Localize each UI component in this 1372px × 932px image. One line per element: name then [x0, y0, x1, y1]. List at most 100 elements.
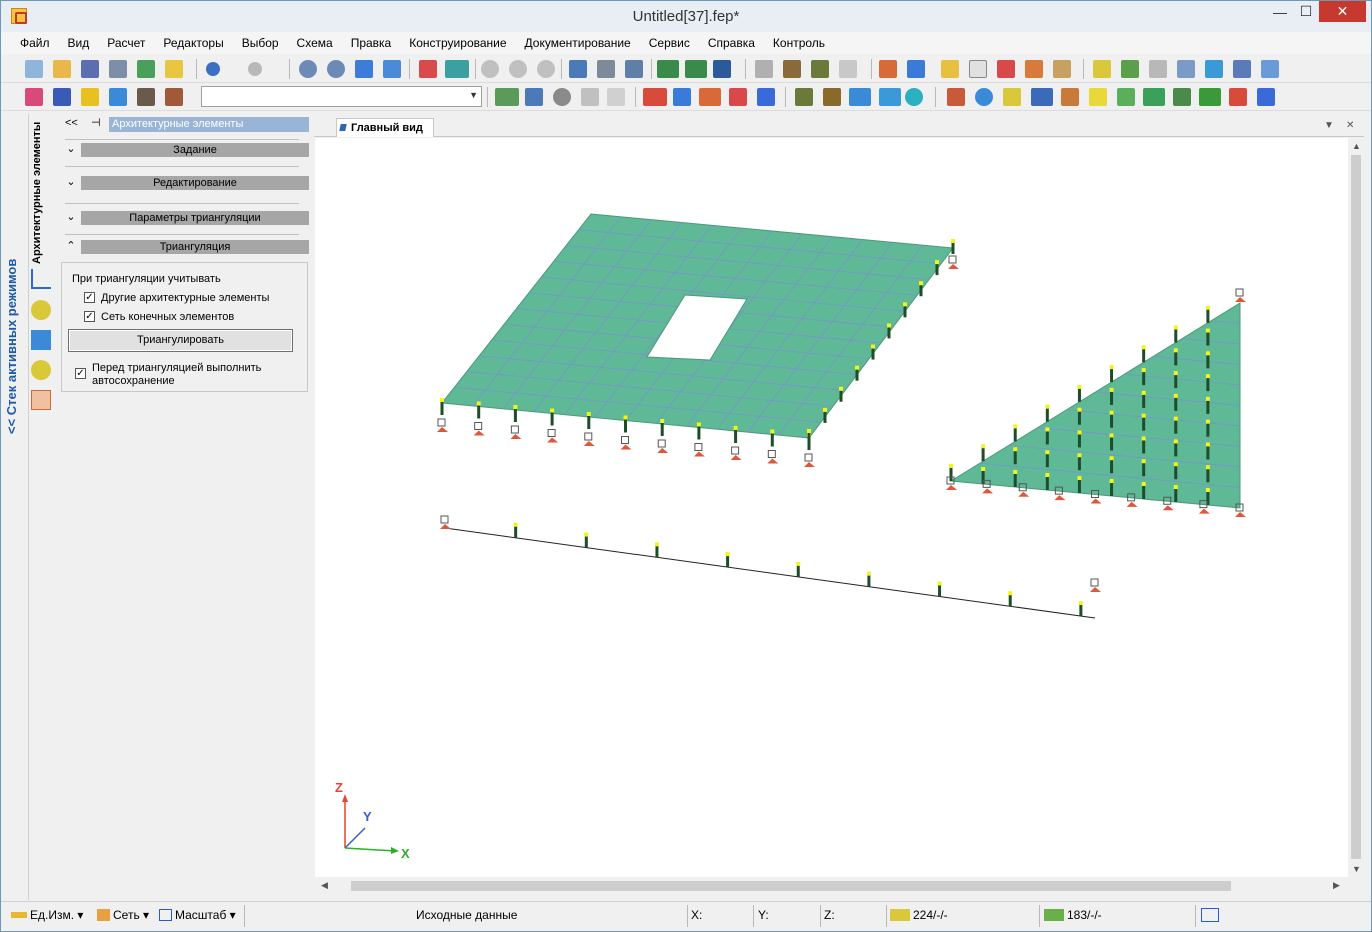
group-icon[interactable]: [109, 88, 127, 106]
render-icon[interactable]: [625, 60, 643, 78]
menu-calculation[interactable]: Расчет: [98, 32, 154, 54]
open-folder-icon[interactable]: [53, 60, 71, 78]
grid-icon[interactable]: [445, 60, 469, 78]
camera-icon[interactable]: [597, 60, 615, 78]
load-icon[interactable]: [795, 88, 813, 106]
triangular-plate[interactable]: [946, 288, 1246, 517]
undo-icon[interactable]: [206, 62, 220, 76]
table-edit-icon[interactable]: [525, 88, 543, 106]
flag-icon[interactable]: [1121, 60, 1139, 78]
surface-load-icon[interactable]: [879, 88, 901, 106]
align-icon[interactable]: [581, 88, 599, 106]
arch-icon[interactable]: [607, 88, 625, 106]
mesh-icon[interactable]: [419, 60, 437, 78]
filter-combo[interactable]: ▼: [201, 86, 482, 107]
copy-nodes-icon[interactable]: [643, 88, 667, 106]
scroll-down-icon[interactable]: ▼: [1352, 864, 1361, 874]
main-viewport[interactable]: Z Y X: [315, 138, 1348, 877]
node-edit-icon[interactable]: [997, 60, 1015, 78]
maximize-button[interactable]: ☐: [1293, 1, 1319, 22]
units-dropdown[interactable]: Ед.Изм. ▾: [11, 908, 83, 922]
foundation-icon[interactable]: [947, 88, 965, 106]
menu-documentation[interactable]: Документирование: [516, 32, 640, 54]
beam-icon[interactable]: [53, 88, 71, 106]
menu-help[interactable]: Справка: [699, 32, 764, 54]
menu-scheme[interactable]: Схема: [288, 32, 342, 54]
check-icon[interactable]: [975, 88, 993, 106]
eye-hide-icon[interactable]: [509, 60, 527, 78]
element-edit-icon[interactable]: [1053, 60, 1071, 78]
plate-icon[interactable]: [1149, 60, 1167, 78]
colored-bars-icon[interactable]: [1229, 88, 1247, 106]
vertical-scroll-thumb[interactable]: [1351, 155, 1361, 859]
zoom-window-icon[interactable]: [383, 60, 401, 78]
clipboard-icon[interactable]: [1177, 60, 1195, 78]
triangulate-button[interactable]: Триангулировать: [68, 329, 293, 352]
brush-light-icon[interactable]: [839, 60, 857, 78]
horizontal-scroll-thumb[interactable]: [351, 881, 1231, 891]
menu-service[interactable]: Сервис: [640, 32, 699, 54]
close-button[interactable]: ✕: [1319, 1, 1366, 22]
arch-elements-checkbox[interactable]: ✓: [84, 292, 95, 303]
scroll-left-icon[interactable]: ◀: [321, 880, 328, 891]
eraser-icon[interactable]: [969, 60, 987, 78]
brush-brown-icon[interactable]: [783, 60, 801, 78]
move-nodes-icon[interactable]: [673, 88, 691, 106]
tab-close-icon[interactable]: ✕: [1346, 120, 1354, 131]
cylinder-icon[interactable]: [1205, 60, 1223, 78]
section-zadanie[interactable]: Задание: [81, 143, 309, 157]
measure-icon[interactable]: [569, 60, 587, 78]
eye-all-icon[interactable]: [537, 60, 555, 78]
section-editing[interactable]: Редактирование: [81, 176, 309, 190]
section-triangulation-params[interactable]: Параметры триангуляции: [81, 211, 309, 225]
node-mode-icon[interactable]: [31, 300, 51, 320]
rebar-icon[interactable]: [1003, 88, 1021, 106]
zoom-out-icon[interactable]: [327, 60, 345, 78]
distributed-load-icon[interactable]: [849, 88, 871, 106]
tab-main-view[interactable]: Главный вид: [336, 118, 434, 137]
node-move-icon[interactable]: [1025, 60, 1043, 78]
chart-bar-icon[interactable]: [657, 60, 679, 78]
snap-icon[interactable]: [1201, 908, 1219, 922]
diagram-icon[interactable]: [713, 60, 731, 78]
plan-icon[interactable]: [1261, 60, 1279, 78]
material-icon[interactable]: [137, 88, 155, 106]
library-icon[interactable]: [165, 60, 183, 78]
element-mode-icon[interactable]: [31, 330, 51, 350]
model-scene[interactable]: Z Y X: [315, 138, 1348, 877]
triangle-mode-icon[interactable]: [31, 269, 51, 289]
redo-icon[interactable]: [248, 62, 262, 76]
cube-icon[interactable]: [1173, 88, 1191, 106]
save-icon[interactable]: [81, 60, 99, 78]
menu-editors[interactable]: Редакторы: [154, 32, 232, 54]
collapse-panel-button[interactable]: <<: [65, 117, 78, 129]
tab-architectural-elements[interactable]: Архитектурные элементы: [31, 64, 43, 264]
menu-control[interactable]: Контроль: [764, 32, 834, 54]
expand-section-triangulation-params[interactable]: ⌄: [65, 211, 77, 223]
chart-multi-icon[interactable]: [685, 60, 707, 78]
autosave-checkbox[interactable]: ✓: [75, 368, 86, 379]
expand-section-zadanie[interactable]: ⌄: [65, 143, 77, 155]
scroll-up-icon[interactable]: ▲: [1352, 141, 1361, 151]
zoom-in-icon[interactable]: [299, 60, 317, 78]
palette-icon[interactable]: [1257, 88, 1275, 106]
scroll-right-icon[interactable]: ▶: [1333, 880, 1340, 891]
select-filter-icon[interactable]: [879, 60, 897, 78]
load-case-icon[interactable]: [905, 88, 923, 106]
export-icon[interactable]: [137, 60, 155, 78]
vertical-scrollbar[interactable]: ▲ ▼: [1348, 138, 1364, 877]
spring-icon[interactable]: [1031, 88, 1053, 106]
eye-icon[interactable]: [481, 60, 499, 78]
print-icon[interactable]: [109, 60, 127, 78]
menu-edit[interactable]: Правка: [342, 32, 401, 54]
pan-icon[interactable]: [355, 60, 373, 78]
active-modes-label[interactable]: << Стек активных режимов: [4, 134, 19, 434]
section-triangulation[interactable]: Триангуляция: [81, 240, 309, 254]
brush-olive-icon[interactable]: [811, 60, 829, 78]
menu-view[interactable]: Вид: [59, 32, 99, 54]
rotate-nodes-icon[interactable]: [699, 88, 721, 106]
plate-with-opening[interactable]: [437, 213, 959, 467]
brush-gray-icon[interactable]: [755, 60, 773, 78]
green-plate-icon[interactable]: [1199, 88, 1221, 106]
beam-element[interactable]: [440, 515, 1101, 619]
